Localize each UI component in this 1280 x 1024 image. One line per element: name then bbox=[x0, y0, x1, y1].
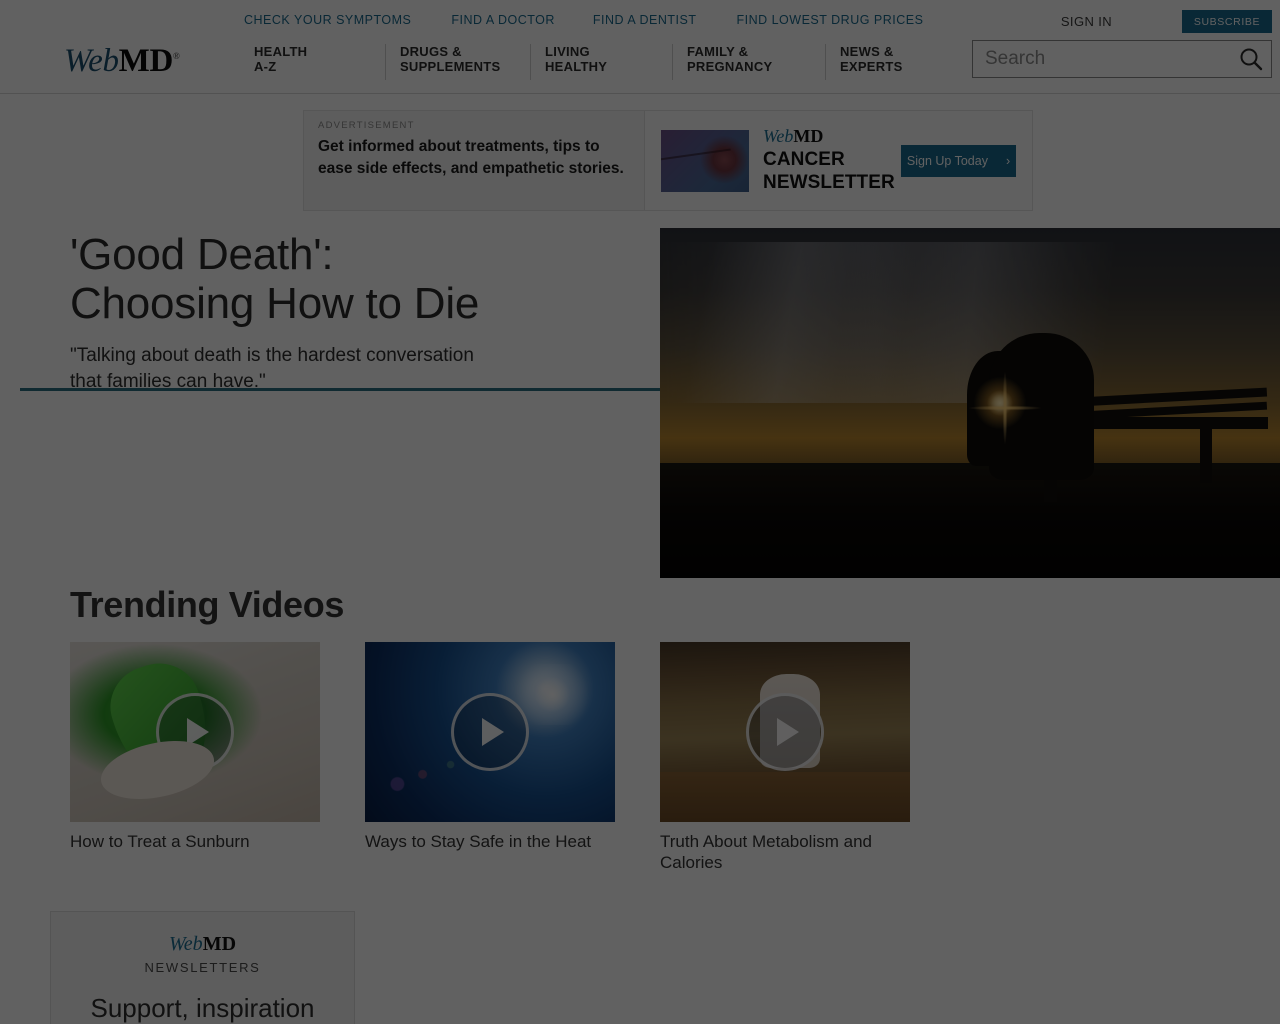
search-icon bbox=[1240, 48, 1262, 71]
trending-videos-section: Trending Videos How to Treat a Sunburn W… bbox=[70, 584, 970, 873]
ad-brand-block: WebMD CANCER NEWSLETTER bbox=[763, 127, 895, 194]
ad-title-line1: CANCER bbox=[763, 149, 845, 171]
ad-logo-md-text: MD bbox=[793, 126, 824, 147]
ad-left-panel: ADVERTISEMENT Get informed about treatme… bbox=[304, 111, 645, 210]
utility-link-find-lowest-drug-prices[interactable]: FIND LOWEST DRUG PRICES bbox=[736, 13, 923, 27]
nav-item-living-healthy[interactable]: LIVING HEALTHY bbox=[530, 44, 672, 80]
newsletter-logo-md-text: MD bbox=[202, 933, 237, 955]
main-navigation: HEALTH A-Z DRUGS & SUPPLEMENTS LIVING HE… bbox=[240, 44, 945, 80]
video-card[interactable]: Ways to Stay Safe in the Heat bbox=[365, 642, 615, 873]
logo-trademark-icon: ® bbox=[172, 51, 180, 61]
play-icon[interactable] bbox=[156, 693, 234, 771]
trending-videos-title: Trending Videos bbox=[70, 584, 344, 625]
advertisement-banner[interactable]: ADVERTISEMENT Get informed about treatme… bbox=[303, 110, 1033, 211]
sun-star-icon bbox=[1000, 403, 1010, 413]
video-grid: How to Treat a Sunburn Ways to Stay Safe… bbox=[70, 642, 970, 873]
nav-item-news-experts[interactable]: NEWS & EXPERTS bbox=[825, 44, 945, 80]
hero-headline[interactable]: 'Good Death': Choosing How to Die bbox=[70, 230, 660, 329]
search-box bbox=[972, 40, 1272, 78]
chevron-right-icon: › bbox=[1005, 153, 1011, 168]
hero-image[interactable] bbox=[660, 228, 1280, 578]
ad-cta-label: Sign Up Today bbox=[906, 153, 988, 168]
sign-in-link[interactable]: SIGN IN bbox=[1061, 14, 1112, 29]
video-caption[interactable]: Ways to Stay Safe in the Heat bbox=[365, 832, 615, 853]
video-thumbnail[interactable] bbox=[70, 642, 320, 822]
video-caption[interactable]: How to Treat a Sunburn bbox=[70, 832, 320, 853]
video-thumbnail[interactable] bbox=[660, 642, 910, 822]
video-thumbnail[interactable] bbox=[365, 642, 615, 822]
video-card[interactable]: How to Treat a Sunburn bbox=[70, 642, 320, 873]
logo-web-text: Web bbox=[64, 43, 119, 79]
webmd-logo[interactable]: WebMD® bbox=[64, 45, 180, 78]
newsletter-promo-box[interactable]: WebMD NEWSLETTERS Support, inspiration a… bbox=[50, 911, 355, 1024]
ad-headline: Get informed about treatments, tips to e… bbox=[318, 138, 624, 177]
utility-link-find-a-doctor[interactable]: FIND A DOCTOR bbox=[451, 13, 555, 27]
hero-section: 'Good Death': Choosing How to Die "Talki… bbox=[0, 228, 1280, 578]
search-input[interactable] bbox=[973, 41, 1230, 77]
play-icon[interactable] bbox=[451, 693, 529, 771]
ad-webmd-logo: WebMD bbox=[763, 127, 895, 146]
nav-item-drugs-supplements[interactable]: DRUGS & SUPPLEMENTS bbox=[385, 44, 530, 80]
ad-right-panel: WebMD CANCER NEWSLETTER Sign Up Today › bbox=[645, 111, 1032, 210]
page-root: CHECK YOUR SYMPTOMS FIND A DOCTOR FIND A… bbox=[0, 0, 1280, 1024]
cancer-cell-icon bbox=[661, 129, 749, 192]
newsletter-webmd-logo: WebMD bbox=[51, 934, 354, 954]
sign-up-today-button[interactable]: Sign Up Today › bbox=[901, 144, 1016, 177]
hero-divider bbox=[20, 388, 660, 391]
nav-item-family-pregnancy[interactable]: FAMILY & PREGNANCY bbox=[672, 44, 825, 80]
utility-bar: CHECK YOUR SYMPTOMS FIND A DOCTOR FIND A… bbox=[0, 0, 1280, 41]
logo-md-text: MD bbox=[118, 43, 174, 79]
newsletter-logo-web-text: Web bbox=[168, 933, 203, 955]
newsletter-headline: Support, inspiration and tips to... bbox=[90, 993, 315, 1023]
site-header: CHECK YOUR SYMPTOMS FIND A DOCTOR FIND A… bbox=[0, 0, 1280, 94]
nav-item-health-a-z[interactable]: HEALTH A-Z bbox=[240, 44, 385, 80]
utility-links: CHECK YOUR SYMPTOMS FIND A DOCTOR FIND A… bbox=[244, 13, 923, 27]
subscribe-button[interactable]: SUBSCRIBE bbox=[1182, 10, 1272, 33]
ad-title-line2: NEWSLETTER bbox=[763, 171, 895, 193]
play-icon[interactable] bbox=[746, 693, 824, 771]
ad-logo-web-text: Web bbox=[763, 126, 794, 147]
video-caption[interactable]: Truth About Metabolism and Calories bbox=[660, 832, 910, 873]
utility-link-check-your-symptoms[interactable]: CHECK YOUR SYMPTOMS bbox=[244, 13, 411, 27]
newsletter-label: NEWSLETTERS bbox=[144, 960, 261, 975]
video-card[interactable]: Truth About Metabolism and Calories bbox=[660, 642, 910, 873]
search-button[interactable] bbox=[1230, 41, 1271, 77]
utility-link-find-a-dentist[interactable]: FIND A DENTIST bbox=[593, 13, 697, 27]
hero-text-block: 'Good Death': Choosing How to Die "Talki… bbox=[70, 228, 660, 395]
ad-label: ADVERTISEMENT bbox=[318, 120, 415, 131]
